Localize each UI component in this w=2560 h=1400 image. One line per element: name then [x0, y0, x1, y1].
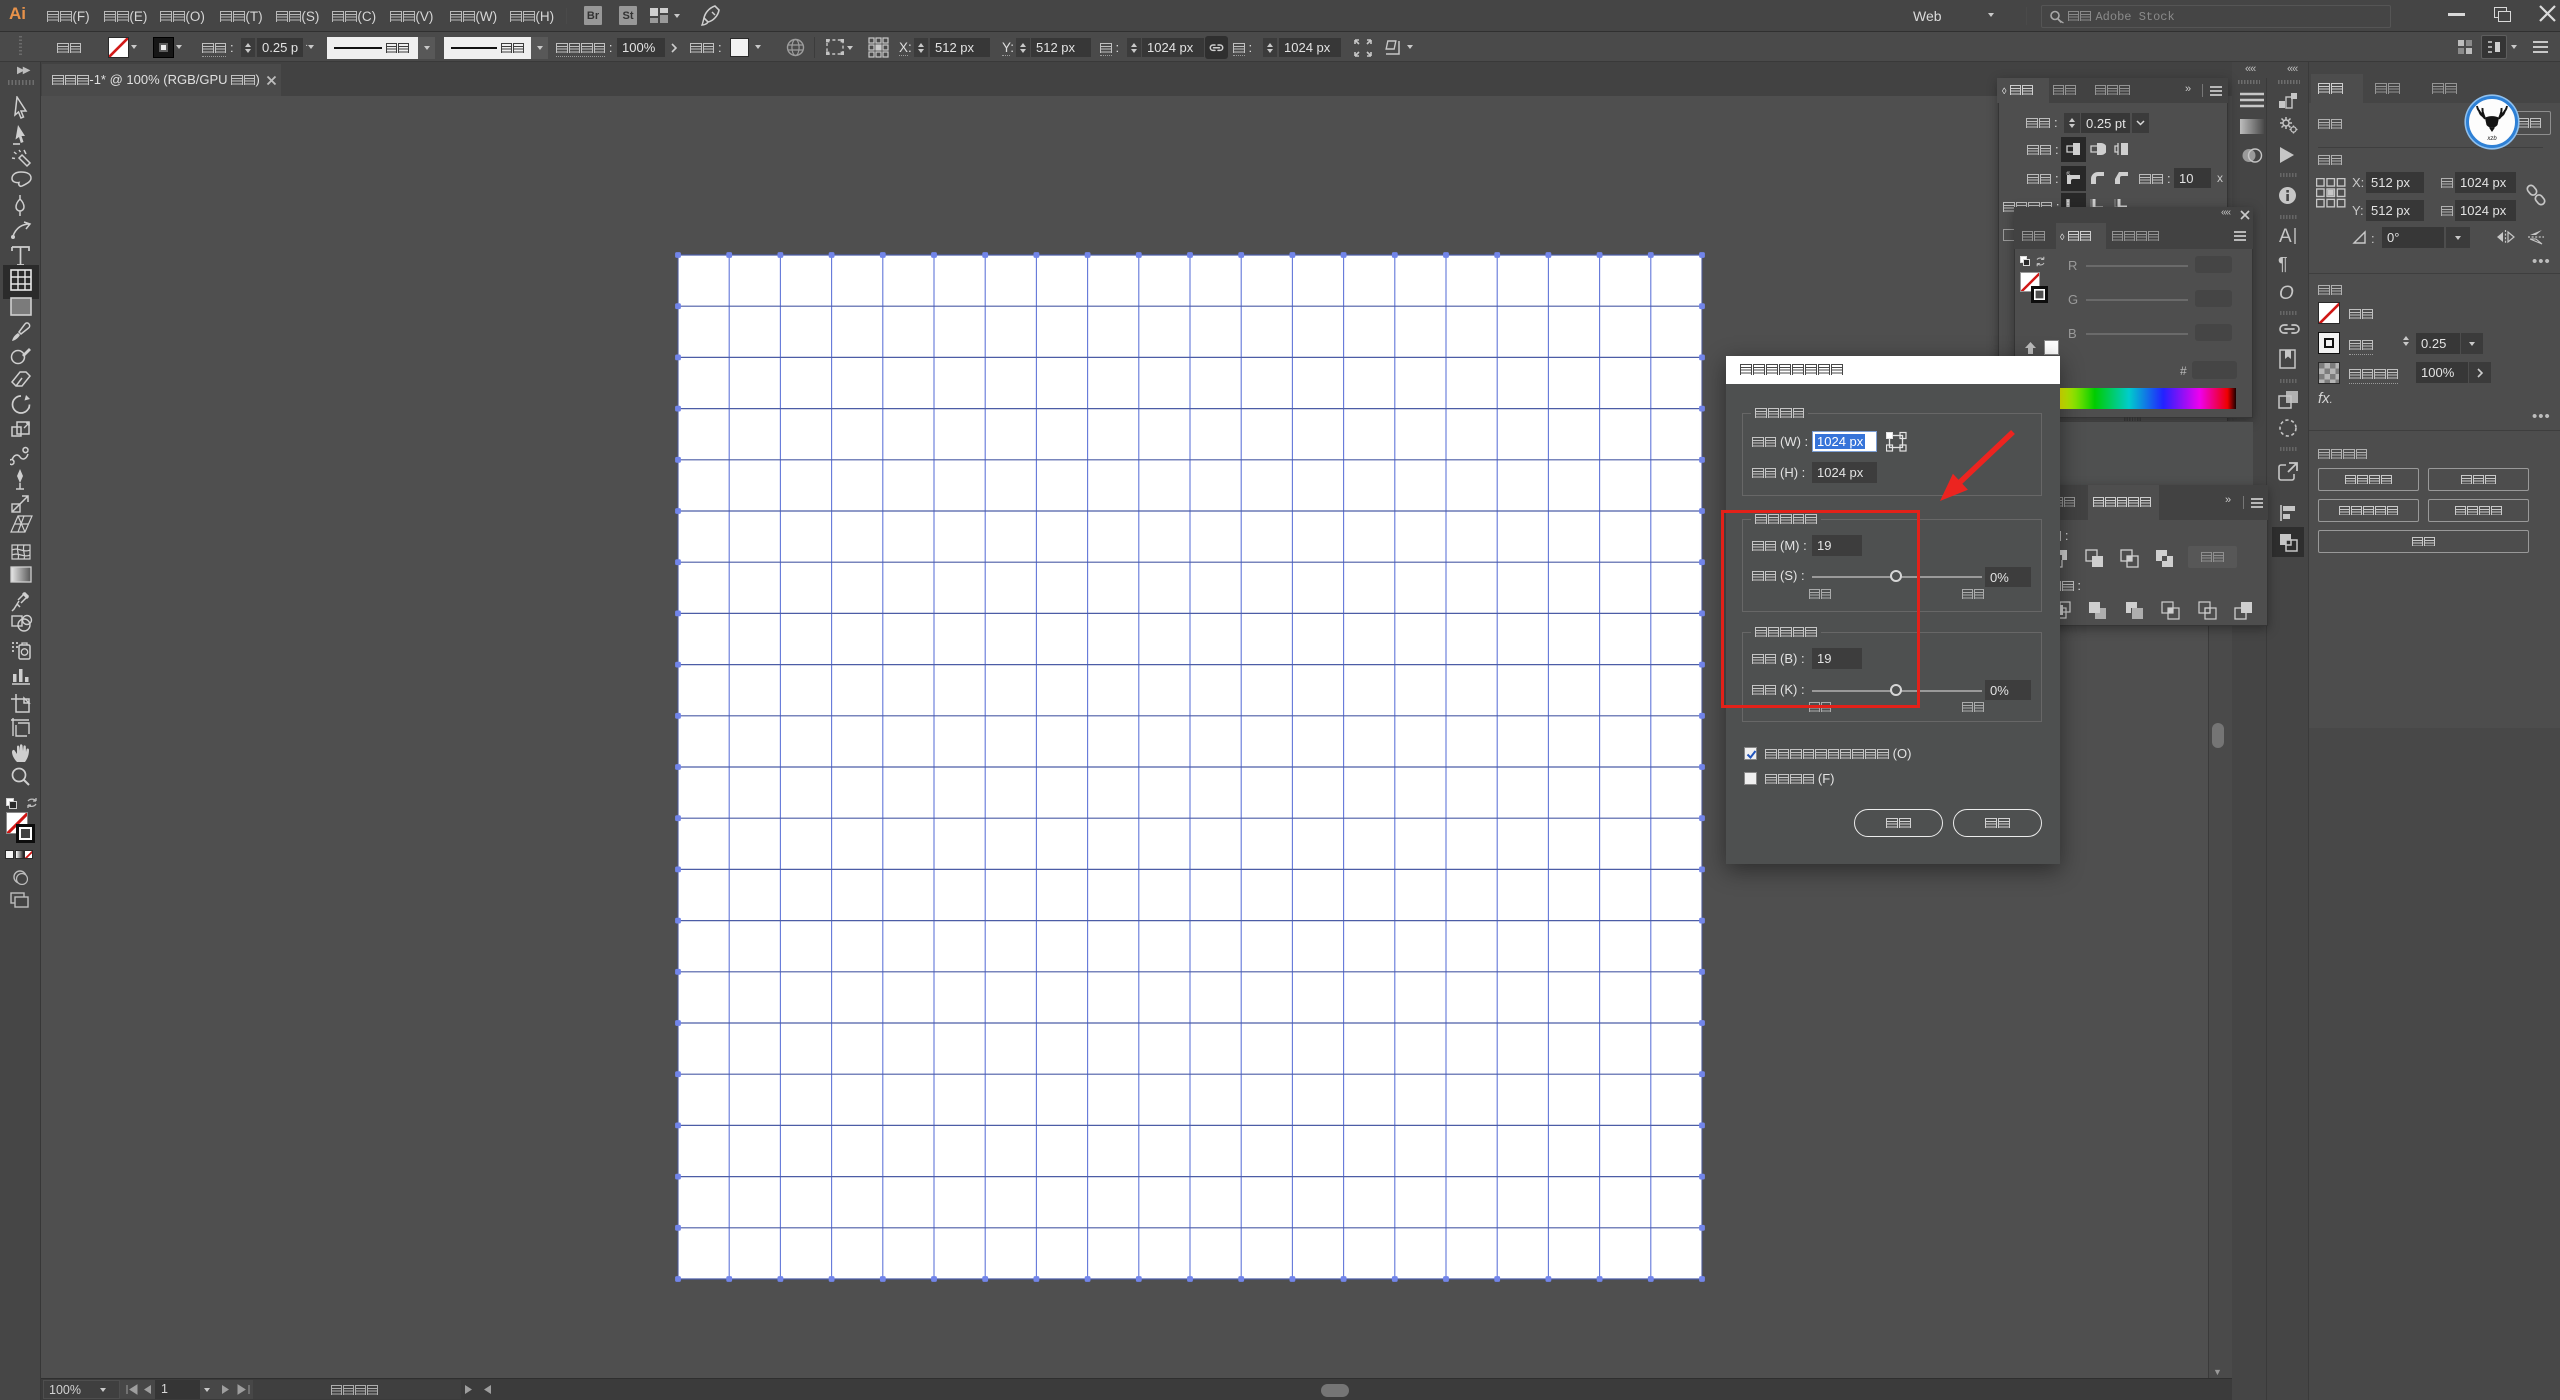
svg-text:O: O: [2279, 283, 2294, 303]
svg-text:A: A: [2279, 226, 2292, 246]
svg-text:¶: ¶: [2278, 255, 2288, 274]
svg-text:xzb: xzb: [2486, 136, 2497, 142]
